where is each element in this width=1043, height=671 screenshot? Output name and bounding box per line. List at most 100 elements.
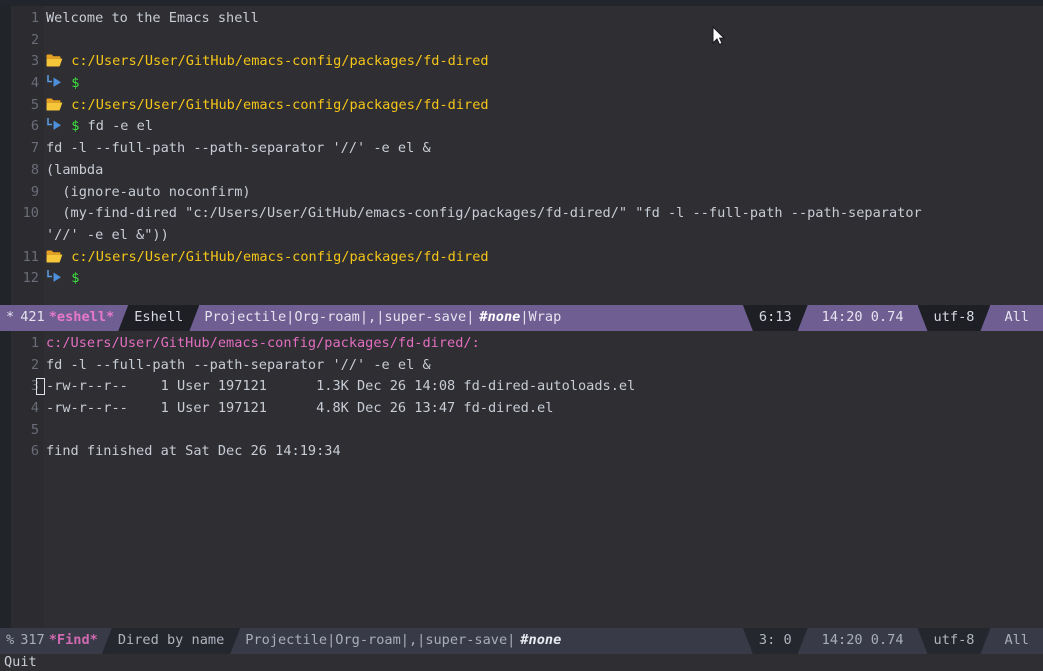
open-folder-icon <box>46 249 63 264</box>
line-number: 3 <box>30 378 39 395</box>
modeline-dired-modified-flag: % <box>6 632 15 649</box>
line-number: 5 <box>30 96 39 113</box>
eshell-buffer-text[interactable]: 1 Welcome to the Emacs shell 2 3 c:/Users/U… <box>0 6 1043 290</box>
modeline-dired-vc-state[interactable]: #none <box>520 630 561 652</box>
buffer-line[interactable]: 5 <box>0 420 1043 442</box>
modeline-vc-state[interactable]: #none <box>479 307 520 329</box>
line-number: 7 <box>30 140 39 157</box>
text-span: '//' -e el &")) <box>46 226 169 243</box>
open-folder-icon <box>46 97 63 112</box>
line-content[interactable]: find finished at Sat Dec 26 14:19:34 <box>46 441 341 463</box>
buffer-line[interactable]: 6 find finished at Sat Dec 26 14:19:34 <box>0 441 1043 463</box>
line-number: 6 <box>30 118 39 135</box>
open-folder-icon <box>46 53 63 68</box>
modeline-dired-position[interactable]: 3: 0 <box>743 628 808 654</box>
buffer-line[interactable]: 4 $ <box>0 73 1043 95</box>
mouse-pointer-icon <box>712 25 726 54</box>
buffer-line[interactable]: 6 $ fd -e el <box>0 116 1043 138</box>
buffer-line[interactable]: 3 c:/Users/User/GitHub/emacs-config/pack… <box>0 51 1043 73</box>
modeline-buffer-name[interactable]: *eshell* <box>45 307 118 329</box>
line-number: 6 <box>30 443 39 460</box>
line-content[interactable]: c:/Users/User/GitHub/emacs-config/packag… <box>46 51 489 73</box>
text-span: find finished at Sat Dec 26 14:19:34 <box>46 443 341 460</box>
buffer-line[interactable]: '//' -e el &")) <box>0 225 1043 247</box>
line-number: 5 <box>30 421 39 438</box>
buffer-line[interactable]: 11 c:/Users/User/GitHub/emacs-config/pac… <box>0 247 1043 269</box>
line-number: 10 <box>22 205 39 222</box>
modeline-dired[interactable]: % 317 *Find* Dired by name Projectile|Or… <box>0 628 1043 654</box>
text-span: $ <box>71 75 80 92</box>
line-content[interactable]: -rw-r--r-- 1 User 197121 1.3K Dec 26 14:… <box>46 376 635 398</box>
line-content[interactable]: $ <box>46 268 79 290</box>
emacs-frame: 1 Welcome to the Emacs shell 2 3 c:/Users/U… <box>0 0 1043 671</box>
text-span: Welcome to the Emacs shell <box>46 10 259 26</box>
modeline-modified-flag: * <box>6 309 15 326</box>
line-content[interactable]: (lambda <box>46 160 103 182</box>
text-span: (ignore-auto noconfirm) <box>46 183 251 200</box>
modeline-minor-modes[interactable]: Projectile|Org-roam|,|super-save| <box>199 307 479 329</box>
buffer-line[interactable]: 8 (lambda <box>0 160 1043 182</box>
line-number: 11 <box>22 248 39 265</box>
line-content[interactable]: fd -l --full-path --path-separator '//' … <box>46 138 431 160</box>
text-span: (my-find-dired "c:/Users/User/GitHub/ema… <box>46 205 922 222</box>
buffer-line[interactable]: 7 fd -l --full-path --path-separator '//'… <box>0 138 1043 160</box>
line-number: 8 <box>30 161 39 178</box>
line-content[interactable]: -rw-r--r-- 1 User 197121 4.8K Dec 26 13:… <box>46 398 553 420</box>
buffer-line[interactable]: 10 (my-find-dired "c:/Users/User/GitHub/… <box>0 203 1043 225</box>
dired-find-window[interactable]: 1 c:/Users/User/GitHub/emacs-config/packa… <box>0 331 1043 628</box>
modeline-dired-minor-modes[interactable]: Projectile|Org-roam|,|super-save| <box>240 630 520 652</box>
eshell-prompt-arrow-icon <box>46 269 63 285</box>
text-span: -rw-r--r-- 1 User 197121 1.3K Dec 26 14:… <box>46 378 636 395</box>
modeline-wrap-indicator[interactable]: |Wrap <box>520 307 561 329</box>
modeline-major-mode[interactable]: Eshell <box>118 305 199 331</box>
buffer-line[interactable]: 3 -rw-r--r-- 1 User 197121 1.3K Dec 26 14… <box>0 376 1043 398</box>
modeline-position[interactable]: 6:13 <box>743 305 808 331</box>
buffer-line[interactable]: 9 (ignore-auto noconfirm) <box>0 182 1043 204</box>
dired-buffer-text[interactable]: 1 c:/Users/User/GitHub/emacs-config/packa… <box>0 331 1043 463</box>
line-number: 3 <box>30 53 39 70</box>
minibuffer-message: Quit <box>4 654 37 670</box>
buffer-line[interactable]: 2 fd -l --full-path --path-separator '//'… <box>0 355 1043 377</box>
line-number: 1 <box>30 335 39 351</box>
modeline-dired-encoding[interactable]: utf-8 <box>918 628 991 654</box>
line-content[interactable]: (my-find-dired "c:/Users/User/GitHub/ema… <box>46 203 922 225</box>
modeline-eshell[interactable]: * 421 *eshell* Eshell Projectile|Org-roa… <box>0 305 1043 331</box>
buffer-line[interactable]: 1 c:/Users/User/GitHub/emacs-config/packa… <box>0 333 1043 355</box>
minibuffer[interactable]: Quit <box>0 654 1043 671</box>
modeline-encoding[interactable]: utf-8 <box>918 305 991 331</box>
modeline-dired-major-mode[interactable]: Dired by name <box>102 628 240 654</box>
modeline-scroll-percent: All <box>1004 309 1029 326</box>
text-span: c:/Users/User/GitHub/emacs-config/packag… <box>46 335 480 351</box>
modeline-dired-buffer-size: 317 <box>20 632 45 649</box>
text-span: c:/Users/User/GitHub/emacs-config/packag… <box>71 53 489 70</box>
modeline-dired-buffer-name[interactable]: *Find* <box>45 630 102 652</box>
text-span: -rw-r--r-- 1 User 197121 4.8K Dec 26 13:… <box>46 400 554 417</box>
line-content[interactable]: c:/Users/User/GitHub/emacs-config/packag… <box>46 333 480 355</box>
line-content[interactable]: Welcome to the Emacs shell <box>46 8 259 30</box>
line-content[interactable]: '//' -e el &")) <box>46 225 169 247</box>
line-number: 12 <box>22 270 39 287</box>
modeline-dired-scroll-percent: All <box>1004 632 1029 649</box>
buffer-line[interactable]: 1 Welcome to the Emacs shell <box>0 8 1043 30</box>
buffer-line[interactable]: 5 c:/Users/User/GitHub/emacs-config/pack… <box>0 95 1043 117</box>
text-span: $ <box>71 270 80 287</box>
buffer-line[interactable]: 4 -rw-r--r-- 1 User 197121 4.8K Dec 26 13… <box>0 398 1043 420</box>
modeline-buffer-size: 421 <box>20 309 45 326</box>
line-content[interactable]: c:/Users/User/GitHub/emacs-config/packag… <box>46 247 489 269</box>
eshell-prompt-arrow-icon <box>46 117 63 133</box>
line-content[interactable]: $ <box>46 73 79 95</box>
line-content[interactable]: (ignore-auto noconfirm) <box>46 182 251 204</box>
eshell-window[interactable]: 1 Welcome to the Emacs shell 2 3 c:/Users/U… <box>0 6 1043 305</box>
hollow-box-cursor <box>36 378 45 396</box>
modeline-clock-load: 14:20 0.74 <box>821 309 904 326</box>
buffer-line[interactable]: 12 $ <box>0 268 1043 290</box>
text-span: c:/Users/User/GitHub/emacs-config/packag… <box>71 248 489 265</box>
line-content[interactable]: $ fd -e el <box>46 116 153 138</box>
eshell-prompt-arrow-icon <box>46 74 63 90</box>
text-span: (lambda <box>46 161 104 178</box>
modeline-dired-clock-load: 14:20 0.74 <box>821 632 904 649</box>
line-content[interactable]: fd -l --full-path --path-separator '//' … <box>46 355 431 377</box>
line-number: 9 <box>30 183 39 200</box>
buffer-line[interactable]: 2 <box>0 30 1043 52</box>
line-content[interactable]: c:/Users/User/GitHub/emacs-config/packag… <box>46 95 489 117</box>
